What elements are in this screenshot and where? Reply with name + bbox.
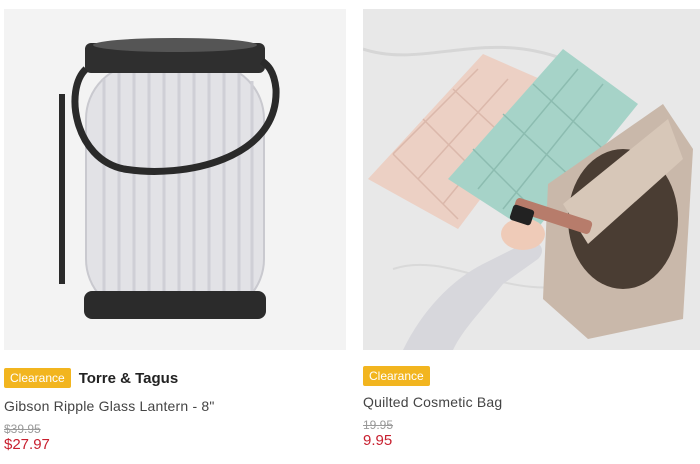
product-title-row: Clearance — [363, 366, 700, 386]
product-title-row: Clearance Torre & Tagus — [4, 368, 346, 388]
product-name[interactable]: Gibson Ripple Glass Lantern - 8" — [4, 398, 346, 414]
clearance-badge: Clearance — [363, 366, 430, 386]
product-card-cosmetic-bag[interactable]: Clearance Quilted Cosmetic Bag 19.95 9.9… — [363, 0, 700, 449]
original-price: 19.95 — [363, 418, 394, 432]
clearance-badge: Clearance — [4, 368, 71, 388]
original-price: $39.95 — [4, 422, 41, 436]
product-image-cosmetic-bag[interactable] — [363, 9, 700, 350]
sale-price: 9.95 — [363, 432, 393, 449]
sale-price: $27.97 — [4, 436, 50, 453]
product-brand[interactable]: Torre & Tagus — [79, 370, 178, 387]
product-card-lantern[interactable]: Clearance Torre & Tagus Gibson Ripple Gl… — [4, 0, 346, 453]
product-name[interactable]: Quilted Cosmetic Bag — [363, 394, 700, 410]
product-image-lantern[interactable] — [4, 9, 346, 350]
